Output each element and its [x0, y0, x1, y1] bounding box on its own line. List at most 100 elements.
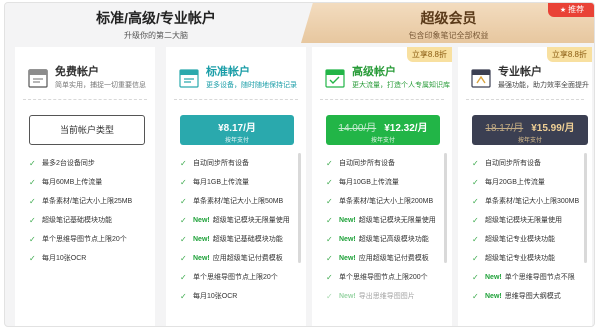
feature-item: ✓ New! 超级笔记基础模块功能: [180, 234, 298, 253]
feature-item: ✓ 每月1GB上传流量: [180, 177, 298, 196]
billing-note: 按年支付: [224, 138, 249, 144]
feature-text: 每月10张OCR: [42, 255, 87, 262]
feature-item: ✓ 单条素材/笔记大小上限300MB: [472, 196, 590, 215]
check-icon: ✓: [472, 178, 479, 187]
check-icon: ✓: [180, 197, 187, 206]
check-icon: ✓: [29, 178, 36, 187]
price-line: 18.17/月 ¥15.99/月: [472, 119, 588, 134]
scrollbar[interactable]: [584, 153, 587, 263]
scrollbar[interactable]: [444, 153, 447, 263]
new-label: New!: [193, 217, 210, 224]
check-icon: ✓: [180, 178, 187, 187]
check-icon: ✓: [180, 254, 187, 263]
feature-item: ✓ 每月60MB上传流量: [29, 177, 147, 196]
check-icon: ✓: [472, 197, 479, 206]
feature-item: ✓ 自动同步所有设备: [180, 158, 298, 177]
feature-text: 每月1GB上传流量: [193, 179, 250, 186]
feature-list: ✓ 最多2台设备同步 ✓ 每月60MB上传流量 ✓ 单条素材/笔记大小上限25MB ✓…: [29, 158, 147, 272]
check-icon: ✓: [472, 273, 479, 282]
feature-item: ✓ 自动同步所有设备: [326, 158, 444, 177]
feature-item: ✓ 每月20GB上传流量: [472, 177, 590, 196]
new-label: New!: [339, 217, 356, 224]
feature-text: 单个思维导图节点上限20个: [42, 236, 127, 243]
tab-standard-premium-pro[interactable]: 标准/高级/专业帐户 升级你的第二大脑: [5, 3, 307, 43]
badge-label: 推荐: [568, 5, 585, 14]
feature-text: 最多2台设备同步: [42, 160, 95, 167]
feature-text: 导出思维导图图片: [358, 293, 415, 300]
original-price: 14.00/月: [338, 123, 377, 134]
feature-text: 单条素材/笔记大小上限50MB: [193, 198, 284, 205]
check-icon: ✓: [326, 254, 333, 263]
tab-super-member[interactable]: 超级会员 包含印象笔记全部权益 ★ 推荐: [301, 3, 594, 43]
new-label: New!: [193, 236, 210, 243]
professional-account-icon: [471, 69, 491, 88]
check-icon: ✓: [472, 292, 479, 301]
feature-item: ✓ 单条素材/笔记大小上限200MB: [326, 196, 444, 215]
feature-text: 应用超级笔记付费模板: [358, 255, 429, 262]
plan-header: 高级帐户 更大流量，打造个人专属知识库: [324, 65, 450, 90]
feature-item: ✓ 超级笔记专业模块功能: [472, 234, 590, 253]
feature-item: ✓ New! 应用超级笔记付费模板: [180, 253, 298, 272]
feature-text: 每月10GB上传流量: [339, 179, 399, 186]
tab-subtitle: 升级你的第二大脑: [124, 31, 188, 40]
feature-item: ✓ New! 应用超级笔记付费模板: [326, 253, 444, 272]
new-label: New!: [485, 274, 502, 281]
check-icon: ✓: [180, 216, 187, 225]
feature-item: ✓ 单个思维导图节点上限20个: [29, 234, 147, 253]
free-account-icon: [28, 69, 48, 88]
feature-item: ✓ 单条素材/笔记大小上限25MB: [29, 196, 147, 215]
feature-list: ✓ 自动同步所有设备 ✓ 每月10GB上传流量 ✓ 单条素材/笔记大小上限200MB …: [326, 158, 444, 310]
scrollbar[interactable]: [298, 153, 301, 263]
divider: [174, 99, 298, 100]
feature-text: 自动同步所有设备: [485, 160, 541, 167]
feature-item: ✓ 超级笔记模块无限量使用: [472, 215, 590, 234]
feature-text: 每月60MB上传流量: [42, 179, 103, 186]
tab-title: 标准/高级/专业帐户: [96, 10, 216, 26]
divider: [23, 99, 147, 100]
plan-header: 免费帐户 简单实用，捕捉一切重要信息: [27, 65, 146, 90]
feature-text: 单条素材/笔记大小上限300MB: [485, 198, 580, 205]
new-label: New!: [485, 293, 502, 300]
plan-name: 免费帐户: [55, 66, 99, 78]
plan-name: 高级帐户: [352, 66, 396, 78]
feature-text: 每月10张OCR: [193, 293, 238, 300]
feature-list: ✓ 自动同步所有设备 ✓ 每月1GB上传流量 ✓ 单条素材/笔记大小上限50MB ✓ N…: [180, 158, 298, 310]
check-icon: ✓: [180, 292, 187, 301]
price: ¥12.32/月: [384, 123, 428, 134]
feature-text: 超级笔记高级模块功能: [358, 236, 429, 243]
check-icon: ✓: [472, 216, 479, 225]
plan-description: 更多设备，随时随地保持记录: [206, 82, 297, 89]
check-icon: ✓: [326, 178, 333, 187]
plan-description: 最强功能，助力效率全面提升: [498, 82, 589, 89]
current-plan-button[interactable]: 当前帐户类型: [29, 115, 145, 145]
check-icon: ✓: [180, 273, 187, 282]
feature-item: ✓ New! 超级笔记模块无限量使用: [180, 215, 298, 234]
plan-card-free: 免费帐户 简单实用，捕捉一切重要信息 当前帐户类型 ✓ 最多2台设备同步 ✓ 每月6…: [15, 47, 155, 326]
buy-premium-button[interactable]: 14.00/月 ¥12.32/月 按年支付: [326, 115, 440, 145]
feature-text: 超级笔记专业模块功能: [485, 236, 555, 243]
feature-item: ✓ New! 超级笔记高级模块功能: [326, 234, 444, 253]
feature-item: ✓ 最多2台设备同步: [29, 158, 147, 177]
check-icon: ✓: [472, 159, 479, 168]
price: ¥15.99/月: [531, 123, 575, 134]
discount-badge: 立享8.8折: [406, 47, 452, 62]
feature-text: 超级笔记模块无限量使用: [358, 217, 436, 224]
check-icon: ✓: [180, 159, 187, 168]
feature-item: ✓ 自动同步所有设备: [472, 158, 590, 177]
feature-item: ✓ 每月10张OCR: [180, 291, 298, 310]
recommend-badge: ★ 推荐: [548, 3, 594, 17]
feature-list: ✓ 自动同步所有设备 ✓ 每月20GB上传流量 ✓ 单条素材/笔记大小上限300MB …: [472, 158, 590, 310]
feature-text: 单个思维导图节点不限: [504, 274, 575, 281]
price: ¥8.17/月: [218, 123, 256, 134]
buy-standard-button[interactable]: ¥8.17/月 按年支付: [180, 115, 294, 145]
premium-account-icon: [325, 69, 345, 88]
check-icon: ✓: [180, 235, 187, 244]
feature-text: 超级笔记基础模块功能: [212, 236, 283, 243]
feature-text: 单个思维导图节点上限200个: [339, 274, 428, 281]
feature-item: ✓ New! 导出思维导图图片: [326, 291, 444, 310]
standard-account-icon: [179, 69, 199, 88]
feature-text: 思维导图大纲模式: [504, 293, 561, 300]
buy-professional-button[interactable]: 18.17/月 ¥15.99/月 按年支付: [472, 115, 588, 145]
feature-text: 自动同步所有设备: [193, 160, 249, 167]
feature-text: 单个思维导图节点上限20个: [193, 274, 278, 281]
